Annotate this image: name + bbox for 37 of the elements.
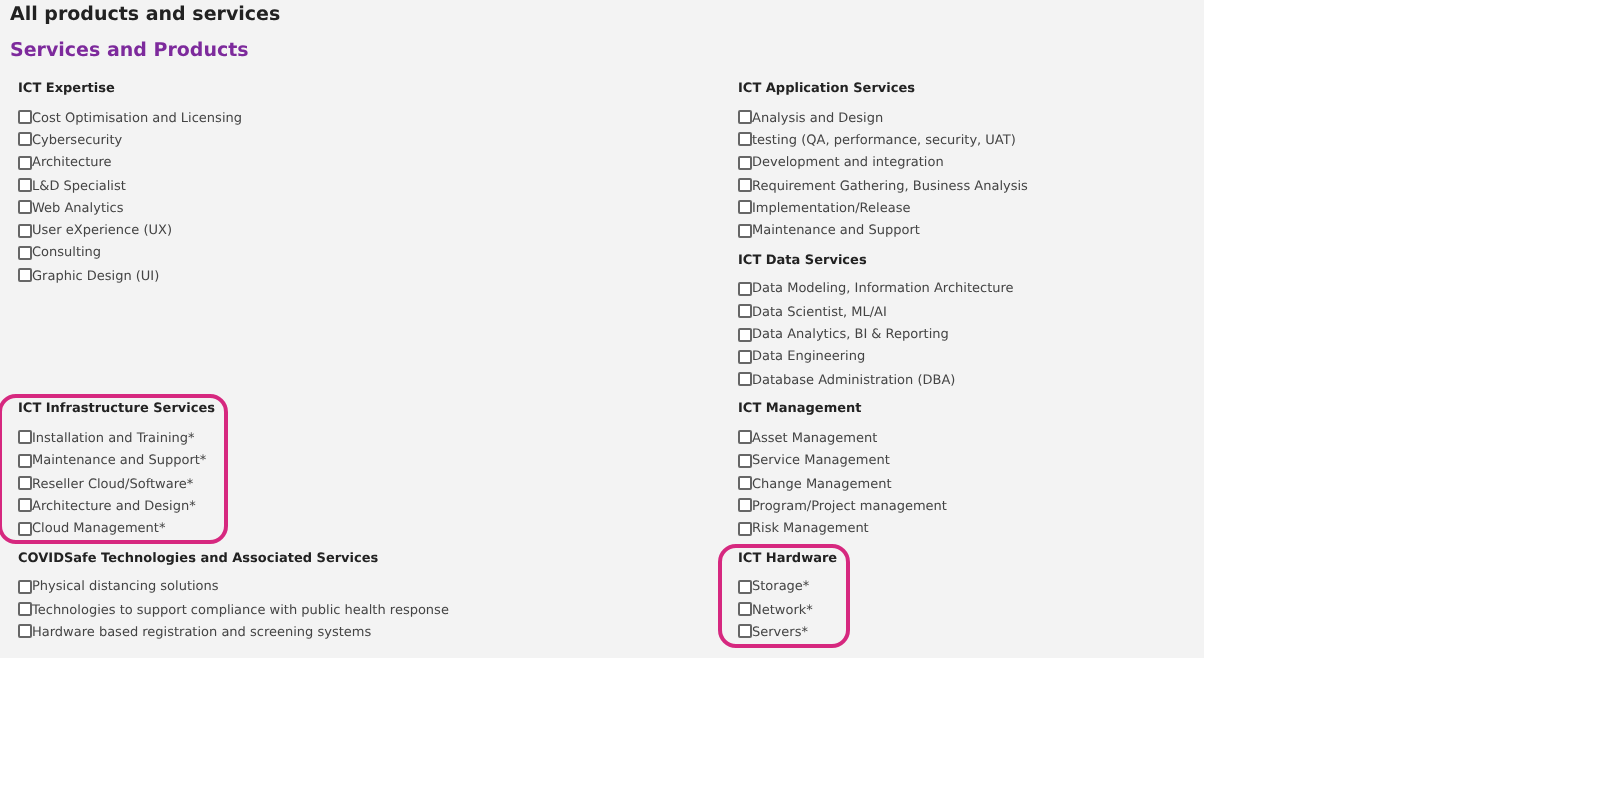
checkbox[interactable] <box>18 498 32 513</box>
checkbox[interactable] <box>738 200 752 215</box>
page-title: All products and services <box>10 2 283 28</box>
checkbox[interactable] <box>738 372 752 387</box>
checkbox[interactable] <box>18 178 32 193</box>
checkbox[interactable] <box>738 281 752 296</box>
checkbox[interactable] <box>738 430 752 445</box>
checkbox[interactable] <box>738 602 752 617</box>
checkbox[interactable] <box>18 132 32 147</box>
checkbox[interactable] <box>18 476 32 490</box>
checkbox[interactable] <box>738 304 752 319</box>
checkbox[interactable] <box>738 178 752 193</box>
checkbox[interactable] <box>18 453 32 468</box>
checkbox[interactable] <box>18 602 32 617</box>
checkbox[interactable] <box>738 327 752 342</box>
checkbox[interactable] <box>738 349 752 364</box>
checkbox[interactable] <box>738 579 752 594</box>
checkbox[interactable] <box>738 132 752 147</box>
checkbox[interactable] <box>738 498 752 513</box>
checkbox[interactable] <box>18 521 32 536</box>
checkbox[interactable] <box>738 624 752 639</box>
checkbox[interactable] <box>18 200 32 215</box>
checkbox[interactable] <box>738 453 752 468</box>
checkbox[interactable] <box>18 110 32 125</box>
checkbox[interactable] <box>738 223 752 238</box>
checkbox[interactable] <box>18 579 32 594</box>
checkbox[interactable] <box>18 430 32 445</box>
checkbox[interactable] <box>18 624 32 639</box>
checkbox[interactable] <box>18 268 32 283</box>
checkbox[interactable] <box>18 245 32 260</box>
checkbox[interactable] <box>18 223 32 238</box>
checkbox[interactable] <box>738 110 752 125</box>
checkbox[interactable] <box>738 155 752 170</box>
checkbox[interactable] <box>738 521 752 536</box>
section-title: Services and Products <box>10 38 251 64</box>
checkbox[interactable] <box>18 155 32 170</box>
checkbox[interactable] <box>738 476 752 490</box>
